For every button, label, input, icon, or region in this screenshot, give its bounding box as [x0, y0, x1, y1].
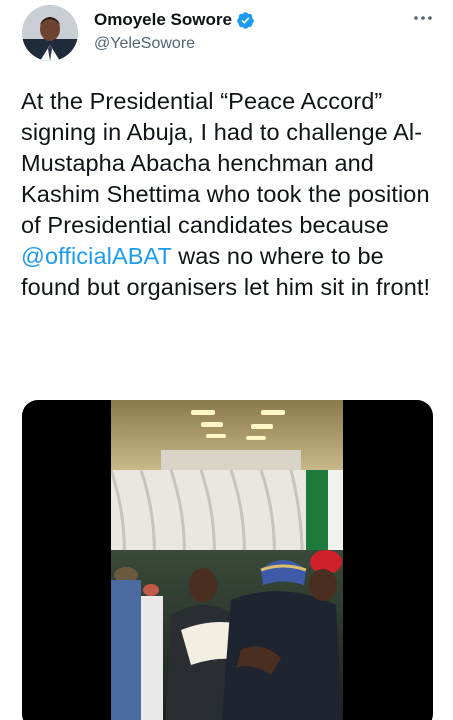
video-thumbnail[interactable] [111, 400, 343, 720]
name-row: Omoyele Sowore [94, 10, 255, 30]
display-name[interactable]: Omoyele Sowore [94, 10, 232, 30]
verified-badge-icon [236, 11, 255, 30]
tweet-text: At the Presidential “Peace Accord” signi… [21, 86, 441, 303]
avatar[interactable] [22, 5, 78, 61]
tweet-text-before: At the Presidential “Peace Accord” signi… [21, 88, 430, 238]
user-handle[interactable]: @YeleSowore [94, 35, 195, 53]
mention-link[interactable]: @officialABAT [21, 243, 172, 269]
more-options-icon[interactable] [411, 8, 435, 28]
tweet-header: Omoyele Sowore @YeleSowore [0, 0, 453, 70]
media-container[interactable] [22, 400, 433, 720]
